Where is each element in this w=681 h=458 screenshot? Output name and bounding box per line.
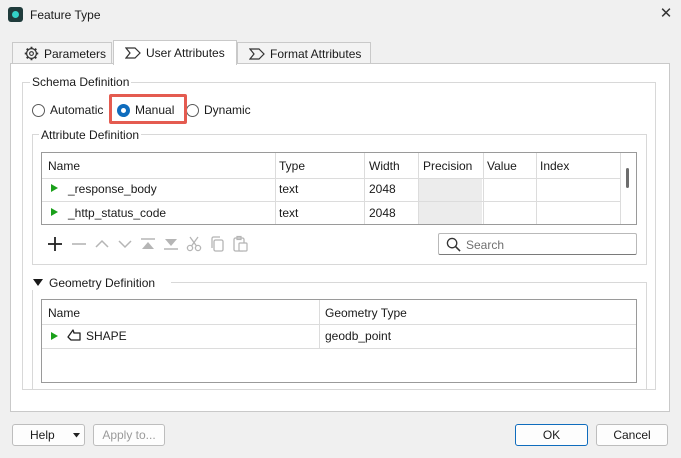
tab-user-attributes[interactable]: User Attributes — [113, 40, 237, 65]
column-header-index[interactable]: Index — [540, 159, 569, 173]
row-expand-arrow-icon[interactable] — [51, 208, 58, 216]
tab-user-attributes-label: User Attributes — [146, 46, 225, 60]
geometry-name-cell[interactable]: SHAPE — [86, 329, 127, 343]
chevron-down-icon — [73, 433, 80, 438]
attribute-search-input[interactable]: Search — [438, 233, 637, 255]
attribute-width-cell[interactable]: 2048 — [369, 182, 396, 196]
search-icon — [446, 237, 461, 252]
geometry-type-cell[interactable]: geodb_point — [325, 329, 391, 343]
attribute-table: Name Type Width Precision Value Index _r… — [41, 152, 637, 225]
column-header-width[interactable]: Width — [369, 159, 400, 173]
title-bar: Feature Type ✕ — [0, 0, 681, 30]
radio-automatic-label: Automatic — [50, 103, 104, 117]
attribute-definition-label: Attribute Definition — [39, 128, 142, 142]
tag-icon — [249, 47, 265, 60]
search-placeholder: Search — [466, 238, 505, 252]
fme-feature-type-icon — [8, 7, 23, 22]
ok-button-label: OK — [542, 428, 561, 442]
row-expand-arrow-icon[interactable] — [51, 332, 58, 340]
geometry-table: Name Geometry Type SHAPE geodb_point — [41, 299, 637, 383]
radio-dynamic-indicator — [186, 103, 199, 117]
point-geometry-icon — [67, 329, 81, 341]
tag-icon — [125, 47, 141, 59]
move-up-icon[interactable] — [93, 235, 111, 253]
geometry-definition-header[interactable]: Geometry Definition — [29, 276, 171, 290]
schema-definition-label: Schema Definition — [30, 75, 132, 89]
ok-button[interactable]: OK — [515, 424, 588, 446]
attribute-type-cell[interactable]: text — [279, 206, 298, 220]
apply-to-button[interactable]: Apply to... — [93, 424, 165, 446]
gear-icon — [24, 46, 39, 61]
radio-dynamic[interactable]: Dynamic — [186, 103, 251, 117]
move-down-icon[interactable] — [116, 235, 134, 253]
attribute-name-cell[interactable]: _http_status_code — [68, 206, 166, 220]
column-header-value[interactable]: Value — [487, 159, 517, 173]
column-header-precision[interactable]: Precision — [423, 159, 472, 173]
help-button-label: Help — [30, 428, 55, 442]
attribute-name-cell[interactable]: _response_body — [68, 182, 157, 196]
close-icon[interactable]: ✕ — [654, 3, 678, 27]
radio-dynamic-label: Dynamic — [204, 103, 251, 117]
cancel-button-label: Cancel — [613, 428, 651, 442]
move-top-icon[interactable] — [139, 235, 157, 253]
manual-highlight-annotation — [109, 94, 187, 124]
cancel-button[interactable]: Cancel — [596, 424, 668, 446]
move-bottom-icon[interactable] — [162, 235, 180, 253]
column-header-name[interactable]: Name — [48, 159, 80, 173]
collapse-arrow-icon[interactable] — [33, 279, 43, 287]
help-button[interactable]: Help — [12, 424, 85, 446]
window-title: Feature Type — [30, 8, 101, 22]
tab-parameters[interactable]: Parameters — [12, 42, 112, 64]
column-header-geometry-name[interactable]: Name — [48, 306, 80, 320]
radio-automatic-indicator — [32, 103, 45, 117]
tab-parameters-label: Parameters — [44, 46, 107, 61]
remove-icon[interactable] — [70, 235, 88, 253]
row-expand-arrow-icon[interactable] — [51, 184, 58, 192]
geometry-definition-label: Geometry Definition — [49, 276, 156, 290]
attribute-type-cell[interactable]: text — [279, 182, 298, 196]
column-header-type[interactable]: Type — [279, 159, 305, 173]
add-icon[interactable] — [46, 235, 64, 253]
apply-to-button-label: Apply to... — [102, 428, 156, 442]
column-header-geometry-type[interactable]: Geometry Type — [325, 306, 407, 320]
copy-icon[interactable] — [208, 235, 226, 253]
attribute-table-scrollbar[interactable] — [626, 168, 629, 188]
tab-format-attributes-label: Format Attributes — [270, 46, 362, 61]
cut-icon[interactable] — [185, 235, 203, 253]
attribute-width-cell[interactable]: 2048 — [369, 206, 396, 220]
paste-icon[interactable] — [231, 235, 249, 253]
radio-automatic[interactable]: Automatic — [32, 103, 103, 117]
tab-format-attributes[interactable]: Format Attributes — [237, 42, 371, 64]
